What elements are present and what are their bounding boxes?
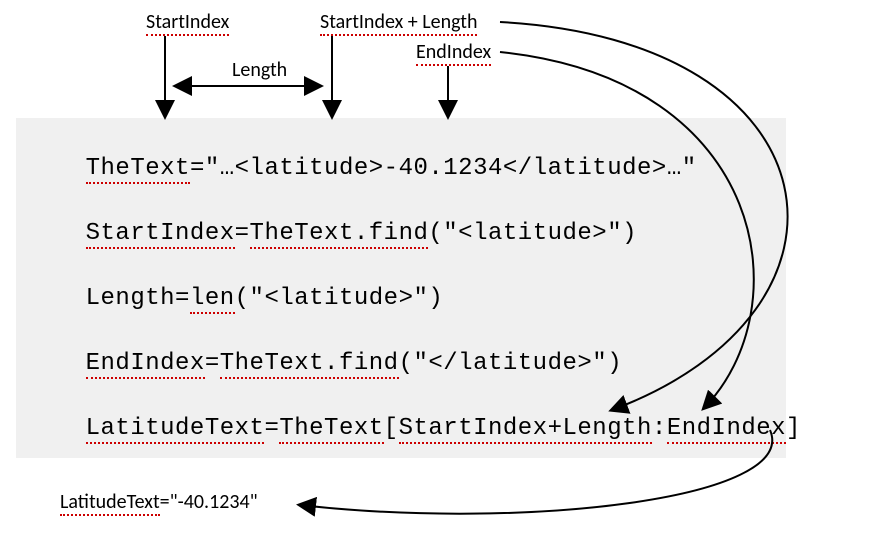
label-startindex-plus-length: StartIndex + Length — [320, 10, 477, 34]
label-startindex: StartIndex — [146, 10, 229, 34]
result-line: LatitudeText="-40.1234" — [60, 490, 258, 514]
label-length: Length — [232, 58, 287, 82]
label-endindex: EndIndex — [416, 40, 491, 64]
code-line-5: LatitudeText=TheText[StartIndex+Length:E… — [26, 388, 801, 469]
code-block: TheText="…<latitude>-40.1234</latitude>…… — [16, 118, 786, 458]
